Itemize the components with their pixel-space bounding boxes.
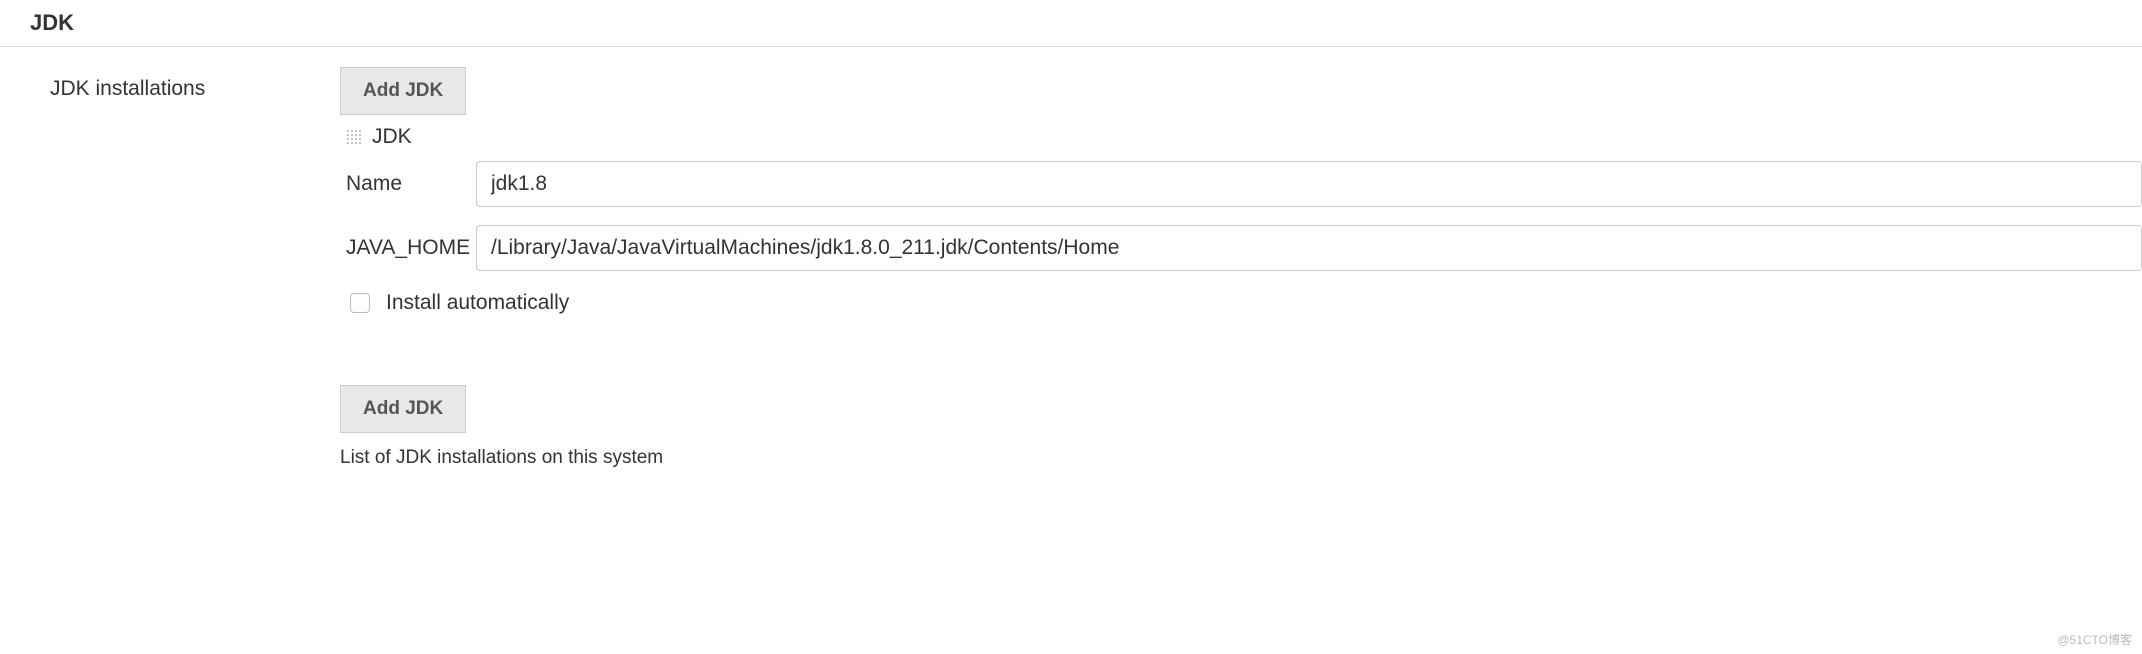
help-text: List of JDK installations on this system <box>340 447 2142 469</box>
java-home-row: JAVA_HOME <box>340 225 2142 271</box>
jdk-entry-title: JDK <box>372 125 412 149</box>
name-row: Name <box>340 161 2142 207</box>
name-label: Name <box>346 172 476 196</box>
install-auto-row: Install automatically <box>340 291 2142 315</box>
java-home-input[interactable] <box>476 225 2142 271</box>
drag-handle-icon[interactable] <box>346 129 362 145</box>
install-auto-label: Install automatically <box>386 291 569 315</box>
jdk-entry-header: JDK <box>340 125 2142 149</box>
name-input[interactable] <box>476 161 2142 207</box>
add-jdk-button-top[interactable]: Add JDK <box>340 67 466 115</box>
jdk-entry-block: JDK Name JAVA_HOME Install automatically <box>340 125 2142 315</box>
install-auto-checkbox[interactable] <box>350 293 370 313</box>
jdk-right-content: Add JDK JDK Name JAVA_HOME Install autom… <box>340 67 2142 469</box>
section-title: JDK <box>0 10 2142 47</box>
jdk-config-row: JDK installations Add JDK JDK Name JAVA_… <box>0 67 2142 469</box>
java-home-label: JAVA_HOME <box>346 236 476 260</box>
watermark: @51CTO博客 <box>2057 631 2132 648</box>
jdk-installations-label: JDK installations <box>0 67 340 101</box>
add-jdk-button-bottom[interactable]: Add JDK <box>340 385 466 433</box>
